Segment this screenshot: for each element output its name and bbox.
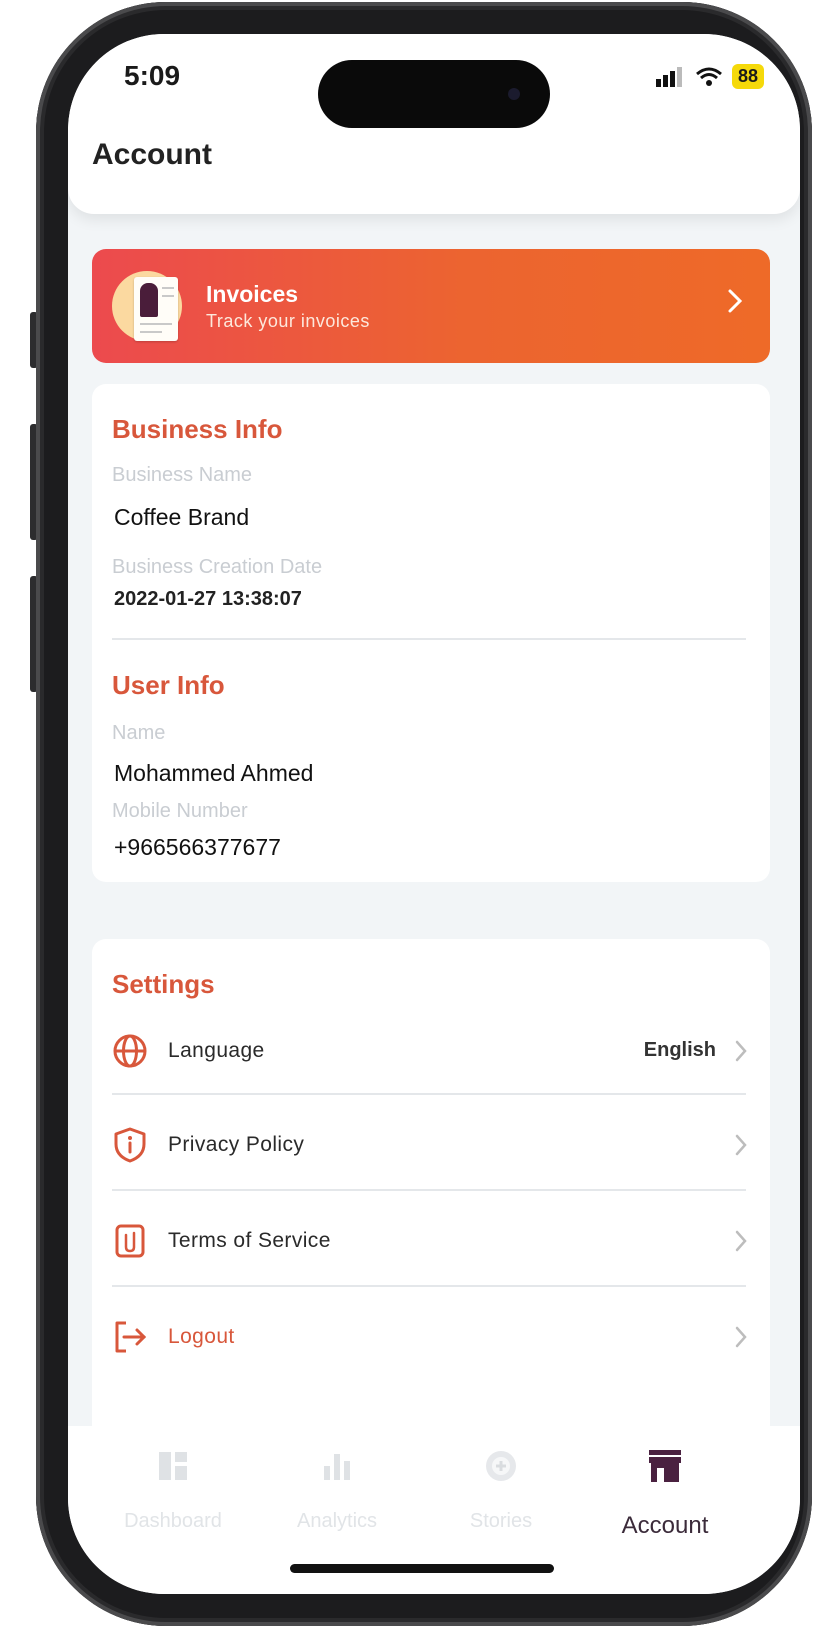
stories-icon [486,1451,516,1481]
tab-label: Dashboard [124,1510,222,1532]
shield-info-icon [114,1127,146,1163]
chevron-right-icon [728,289,743,313]
dynamic-island [318,60,550,128]
status-time: 5:09 [124,60,181,91]
business-date-label: Business Creation Date [112,556,323,578]
battery-indicator: 88 [731,64,764,89]
tab-label: Analytics [296,1510,378,1532]
row-divider [112,1093,746,1095]
document-clip-icon [115,1224,145,1258]
chevron-right-icon [735,1326,747,1348]
settings-item-label: Terms of Service [168,1229,331,1252]
bar-chart-icon [324,1454,350,1480]
logout-icon [115,1321,147,1353]
settings-item-logout[interactable]: Logout [92,1289,770,1385]
tab-dashboard[interactable]: Dashboard [88,1426,258,1556]
chevron-right-icon [735,1230,747,1252]
tab-account[interactable]: Account [580,1426,750,1556]
page-title: Account [92,138,212,171]
user-name-label: Name [112,722,166,744]
dashboard-icon [159,1452,187,1480]
language-value: English [643,1039,716,1061]
settings-item-label: Language [168,1039,265,1062]
cellular-signal-icon [655,66,682,87]
business-date-value: 2022-01-27 13:38:07 [114,588,302,610]
screen: 5:09 88 Account Invoices Track your invo… [68,34,800,1594]
invoices-banner[interactable]: Invoices Track your invoices [92,249,770,363]
section-divider [112,638,746,640]
tab-label: Stories [469,1510,533,1532]
settings-item-privacy-policy[interactable]: Privacy Policy [92,1097,770,1193]
wifi-icon [696,67,722,86]
invoices-subtitle: Track your invoices [206,311,370,331]
status-icons: 88 [655,64,764,89]
settings-item-language[interactable]: Language English [92,1003,770,1099]
store-icon [649,1450,681,1482]
user-info-title: User Info [112,670,225,700]
info-card: Business Info Business Name Coffee Brand… [92,384,770,882]
home-indicator [290,1564,554,1573]
row-divider [112,1285,746,1287]
settings-card: Settings Language English Privacy Policy [92,939,770,1439]
invoice-receipt-icon [112,271,182,341]
chevron-right-icon [735,1040,747,1062]
tab-analytics[interactable]: Analytics [252,1426,422,1556]
tab-label: Account [621,1512,709,1539]
business-name-label: Business Name [112,464,253,486]
mobile-number-label: Mobile Number [112,800,248,822]
tab-stories[interactable]: Stories [416,1426,586,1556]
globe-icon [113,1034,147,1068]
business-info-title: Business Info [112,414,283,444]
settings-item-label: Logout [168,1325,235,1348]
invoices-title: Invoices [206,281,299,307]
business-name-value: Coffee Brand [114,504,250,530]
row-divider [112,1189,746,1191]
settings-item-label: Privacy Policy [168,1133,305,1156]
settings-title: Settings [112,969,215,999]
chevron-right-icon [735,1134,747,1156]
mobile-number-value: +966566377677 [114,834,281,860]
user-name-value: Mohammed Ahmed [114,760,314,786]
settings-item-terms-of-service[interactable]: Terms of Service [92,1193,770,1289]
